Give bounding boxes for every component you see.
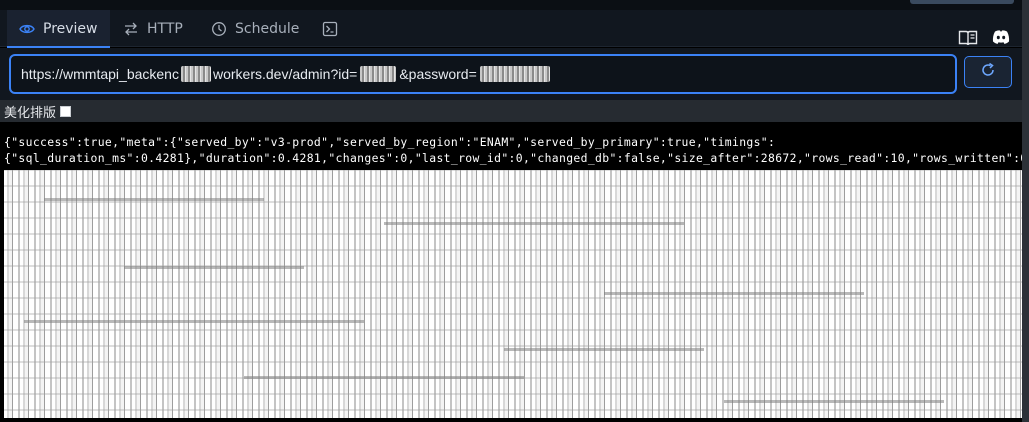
beautify-checkbox[interactable] xyxy=(60,105,72,117)
scrollbar[interactable] xyxy=(1022,0,1029,422)
tab-preview-label: Preview xyxy=(43,20,98,37)
beautify-label: 美化排版 xyxy=(4,105,57,121)
url-part-2: workers.dev/admin?id= xyxy=(212,66,358,82)
tab-http[interactable]: HTTP xyxy=(123,10,183,47)
tab-terminal[interactable] xyxy=(322,10,338,47)
refresh-button[interactable] xyxy=(964,56,1012,88)
arrows-icon xyxy=(123,22,139,36)
response-line-2: {"sql_duration_ms":0.4281},"duration":0.… xyxy=(4,151,1028,165)
refresh-icon xyxy=(980,62,996,82)
redacted-response-area xyxy=(4,170,1026,418)
tab-bar: Preview HTTP Schedule xyxy=(0,10,1022,48)
tab-preview[interactable]: Preview xyxy=(7,10,110,48)
redacted-block xyxy=(479,66,550,82)
terminal-icon xyxy=(322,21,338,37)
url-input[interactable]: https://wmmtapi_backenc workers.dev/admi… xyxy=(9,54,957,94)
window-top-strip xyxy=(0,0,1029,10)
response-line-1: {"success":true,"meta":{"served_by":"v3-… xyxy=(4,135,776,149)
url-part-3: &password= xyxy=(399,66,477,82)
beautify-toggle[interactable]: 美化排版 xyxy=(0,100,1022,122)
url-bar-row: https://wmmtapi_backenc workers.dev/admi… xyxy=(0,48,1022,100)
clock-icon xyxy=(211,21,227,37)
redacted-block xyxy=(180,66,211,82)
top-button-stub[interactable] xyxy=(910,0,1014,4)
tab-http-label: HTTP xyxy=(147,20,183,37)
tab-schedule-label: Schedule xyxy=(235,20,300,37)
tab-schedule[interactable]: Schedule xyxy=(211,10,299,47)
response-body: {"success":true,"meta":{"served_by":"v3-… xyxy=(0,122,1027,170)
redacted-block xyxy=(360,66,397,82)
url-part-1: https://wmmtapi_backenc xyxy=(21,66,179,82)
eye-icon xyxy=(19,22,35,36)
